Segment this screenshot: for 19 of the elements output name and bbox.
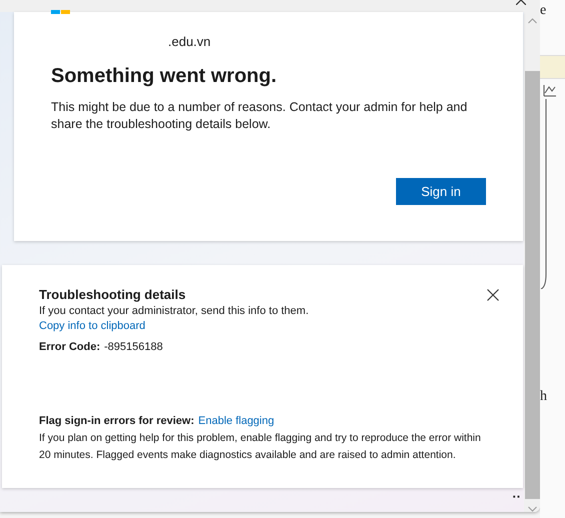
chart-icon[interactable] bbox=[543, 84, 557, 97]
error-message: This might be due to a number of reasons. Contact your admin for help and share the troubleshooting details below. bbox=[51, 99, 468, 133]
sign-in-button[interactable]: Sign in bbox=[396, 178, 486, 205]
error-heading: Something went wrong. bbox=[51, 65, 278, 88]
background-text: e bbox=[540, 3, 548, 19]
toolbar-band bbox=[540, 55, 565, 79]
enable-flagging-link[interactable]: Enable flagging bbox=[198, 415, 274, 427]
copy-link[interactable]: Copy info to clipboard bbox=[39, 320, 146, 332]
scrollbar-thumb[interactable] bbox=[524, 71, 540, 499]
flag-label: Flag sign-in errors for review: bbox=[39, 415, 194, 427]
logo-icon bbox=[51, 10, 70, 14]
panel-title: Troubleshooting details bbox=[39, 287, 186, 302]
error-code-label: Error Code: bbox=[39, 341, 100, 353]
background-text: h bbox=[540, 389, 548, 405]
more-dots[interactable]: ·· bbox=[512, 489, 521, 504]
flag-description: If you plan on getting help for this problem, enable flagging and try to reproduce the error within 20 minutes. Flagged events make diagnostics available and are raised to admin attention. bbox=[39, 431, 482, 463]
panel-subtitle: If you contact your administrator, send this info to them. bbox=[39, 305, 310, 317]
domain-text: .edu.vn bbox=[168, 34, 212, 49]
error-code-value: -895156188 bbox=[104, 341, 163, 353]
